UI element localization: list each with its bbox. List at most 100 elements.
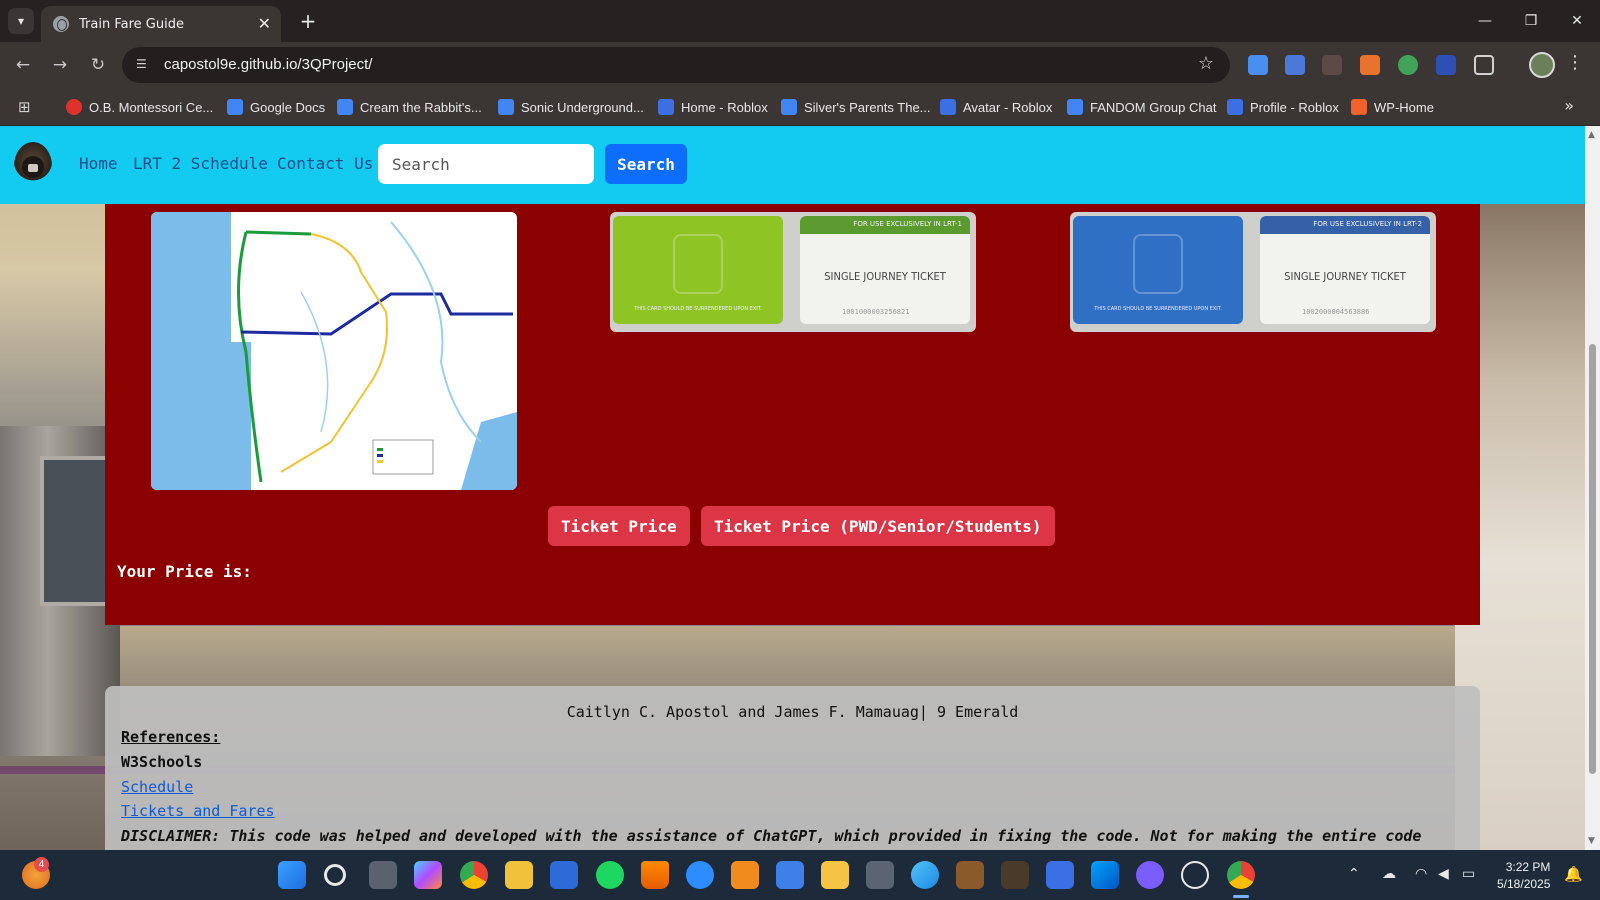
credit-text: Caitlyn C. Apostol and James F. Mamauag|… <box>566 703 1019 721</box>
bookmark-star-icon[interactable]: ☆ <box>1198 53 1214 74</box>
fnaf-game-icon[interactable] <box>956 861 984 889</box>
nav-link-home[interactable]: Home <box>79 154 118 173</box>
extension-cursor-icon[interactable] <box>1436 55 1456 75</box>
globe-icon <box>53 16 69 32</box>
system-clock[interactable]: 3:22 PM 5/18/2025 <box>1497 859 1550 893</box>
scroll-thumb[interactable] <box>1589 344 1596 774</box>
bookmark-item[interactable]: WP-Home <box>1351 96 1434 118</box>
search-input[interactable] <box>378 144 594 184</box>
onedrive-cloud-icon[interactable]: ☁ <box>1382 866 1396 882</box>
notification-bell-icon[interactable]: 🔔 <box>1564 865 1583 883</box>
bookmark-item[interactable]: Google Docs <box>227 96 325 118</box>
reload-button[interactable]: ↻ <box>84 51 112 79</box>
site-info-icon[interactable]: ☰ <box>136 57 152 73</box>
roblox-icon[interactable] <box>1046 861 1074 889</box>
clock-date: 5/18/2025 <box>1497 877 1551 891</box>
ticket-price-button[interactable]: Ticket Price <box>548 506 690 546</box>
close-window-button[interactable]: ✕ <box>1554 0 1600 42</box>
chatgpt-icon[interactable] <box>1181 861 1209 889</box>
bookmark-item[interactable]: Cream the Rabbit's... <box>337 96 482 118</box>
lrt2-card-foot-text: THIS CARD SHOULD BE SURRENDERED UPON EXI… <box>1094 306 1222 312</box>
lrt2-card-band: FOR USE EXCLUSIVELY IN LRT-2 <box>1260 216 1430 234</box>
notepad-icon[interactable] <box>776 861 804 889</box>
rail-map-image <box>151 212 517 490</box>
reference-link-schedule[interactable]: Schedule <box>121 778 193 796</box>
address-bar[interactable]: ☰ capostol9e.github.io/3QProject/ ☆ <box>122 47 1230 83</box>
start-windows-icon[interactable] <box>278 861 306 889</box>
extension-mortarboard-icon[interactable] <box>1360 55 1380 75</box>
url-text[interactable]: capostol9e.github.io/3QProject/ <box>164 56 372 73</box>
sticky-notes-icon[interactable] <box>821 861 849 889</box>
docs-icon <box>498 99 514 115</box>
lrt1-card-front: THIS CARD SHOULD BE SURRENDERED UPON EXI… <box>613 216 783 324</box>
docs-icon <box>227 99 243 115</box>
bookmark-item[interactable]: Silver's Parents The... <box>781 96 931 118</box>
calculator-icon[interactable] <box>866 861 894 889</box>
bookmark-item[interactable]: O.B. Montessori Ce... <box>66 96 213 118</box>
montessori-icon <box>66 99 82 115</box>
extensions-puzzle-icon[interactable] <box>1474 55 1494 75</box>
tor-browser-icon[interactable] <box>1136 861 1164 889</box>
task-view-icon[interactable] <box>369 861 397 889</box>
extension-cat-icon[interactable] <box>1322 55 1342 75</box>
background-photo-window <box>40 456 110 606</box>
tab-close-icon[interactable]: ✕ <box>258 14 271 33</box>
copilot-icon[interactable] <box>414 861 442 889</box>
vlc-icon[interactable] <box>641 861 669 889</box>
disclaimer-text: DISCLAIMER: This code was helped and dev… <box>121 827 1422 845</box>
chrome-icon[interactable] <box>460 861 488 889</box>
reference-link-tickets-fares[interactable]: Tickets and Fares <box>121 802 275 820</box>
new-tab-button[interactable]: + <box>295 8 321 34</box>
maps-icon[interactable] <box>911 861 939 889</box>
apps-grid-icon[interactable]: ⊞ <box>18 98 31 116</box>
extension-docs-icon[interactable] <box>1248 55 1268 75</box>
show-hidden-icons-chevron-icon[interactable]: ⌃ <box>1348 866 1360 882</box>
site-logo[interactable] <box>14 142 52 190</box>
windows-taskbar: 4 ⌃ ☁ ◠ ◀ ▭ 3:22 PM 5/18/2025 🔔 <box>0 850 1600 900</box>
profile-avatar[interactable] <box>1529 52 1555 78</box>
microsoft-store-icon[interactable] <box>550 861 578 889</box>
wp-icon <box>1351 99 1367 115</box>
spotify-icon[interactable] <box>596 861 624 889</box>
minimize-button[interactable]: — <box>1462 0 1508 42</box>
game-app-icon[interactable] <box>1001 861 1029 889</box>
search-button[interactable]: Search <box>605 144 687 184</box>
zoom-icon[interactable] <box>686 861 714 889</box>
browser-tab-active[interactable]: Train Fare Guide ✕ <box>41 6 281 42</box>
bookmark-item[interactable]: Sonic Underground... <box>498 96 644 118</box>
battery-icon[interactable]: ▭ <box>1462 866 1475 882</box>
roblox-icon <box>658 99 674 115</box>
scroll-up-arrow-icon[interactable]: ▲ <box>1588 130 1595 140</box>
tab-title: Train Fare Guide <box>79 16 184 32</box>
roblox-icon <box>940 99 956 115</box>
volume-icon[interactable]: ◀ <box>1438 866 1449 882</box>
bookmark-item[interactable]: FANDOM Group Chat <box>1067 96 1216 118</box>
browser-menu-icon[interactable]: ⋮ <box>1566 52 1584 73</box>
restore-button[interactable]: ❐ <box>1508 0 1554 42</box>
file-explorer-icon[interactable] <box>505 861 533 889</box>
bookmark-item[interactable]: Profile - Roblox <box>1227 96 1339 118</box>
back-button[interactable]: ← <box>9 51 37 79</box>
roblox-studio-icon[interactable] <box>1091 861 1119 889</box>
search-icon[interactable] <box>324 864 346 886</box>
nav-link-lrt2-schedule[interactable]: LRT 2 Schedule <box>133 154 268 173</box>
wifi-icon[interactable]: ◠ <box>1415 866 1427 882</box>
bookmark-item[interactable]: Home - Roblox <box>658 96 768 118</box>
price-result-label: Your Price is: <box>117 562 252 581</box>
sublime-text-icon[interactable] <box>731 861 759 889</box>
browser-toolbar: ← → ↻ ☰ capostol9e.github.io/3QProject/ … <box>0 42 1600 88</box>
extension-translate-icon[interactable] <box>1285 55 1305 75</box>
scroll-down-arrow-icon[interactable]: ▼ <box>1588 836 1595 846</box>
lrt1-ticket-image: THIS CARD SHOULD BE SURRENDERED UPON EXI… <box>610 212 976 332</box>
nav-link-contact-us[interactable]: Contact Us <box>277 154 373 173</box>
lrt1-card-band: FOR USE EXCLUSIVELY IN LRT-1 <box>800 216 970 234</box>
page-scrollbar[interactable]: ▲ ▼ <box>1585 126 1600 850</box>
extension-android-icon[interactable] <box>1398 55 1418 75</box>
bookmark-item[interactable]: Avatar - Roblox <box>940 96 1052 118</box>
chrome-active-icon[interactable] <box>1227 861 1255 889</box>
forward-button[interactable]: → <box>46 51 74 79</box>
more-bookmarks-icon[interactable]: » <box>1564 96 1574 115</box>
docs-icon <box>337 99 353 115</box>
ticket-price-discount-button[interactable]: Ticket Price (PWD/Senior/Students) <box>701 506 1055 546</box>
tab-search-button[interactable]: ▾ <box>8 8 34 34</box>
